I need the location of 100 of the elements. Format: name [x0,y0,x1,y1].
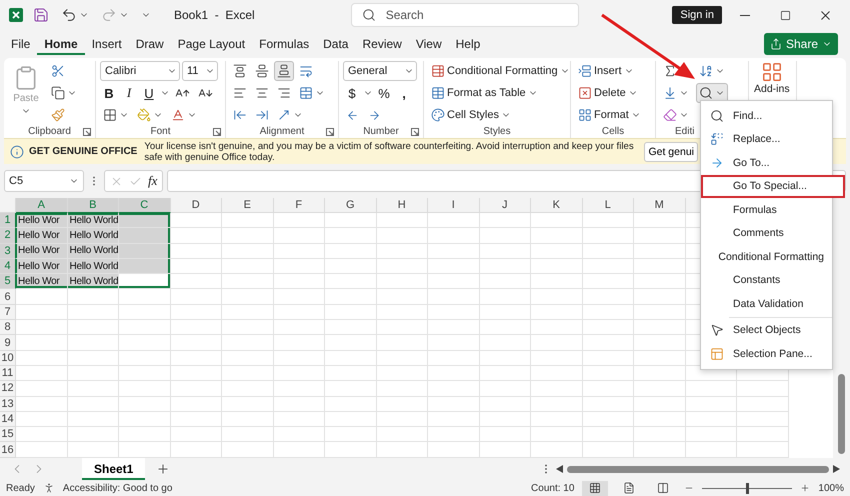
table-cell[interactable] [274,213,325,228]
ribbon-tab[interactable]: Draw [128,33,171,55]
table-cell[interactable] [119,304,170,320]
table-cell[interactable] [222,304,274,320]
table-cell[interactable] [119,350,170,366]
table-cell[interactable] [325,366,376,382]
cells-button[interactable]: Format [575,105,644,125]
scroll-left-icon[interactable] [556,465,563,473]
table-cell[interactable] [376,274,428,290]
table-cell[interactable] [68,304,119,320]
table-cell[interactable] [428,244,480,259]
row-header[interactable]: 9 [0,335,16,351]
table-cell[interactable] [222,244,274,259]
table-cell[interactable] [376,228,428,244]
table-cell[interactable] [582,304,634,320]
table-cell[interactable] [686,427,737,442]
table-cell[interactable] [68,412,119,428]
table-cell[interactable] [428,228,480,244]
table-cell[interactable] [737,442,788,458]
table-cell[interactable] [68,289,119,305]
row-header[interactable]: 15 [0,427,16,442]
column-header[interactable]: K [531,198,582,213]
table-cell[interactable] [480,442,531,458]
table-cell[interactable] [737,381,788,397]
ribbon-tab[interactable]: Insert [84,33,129,55]
font-name-dropdown[interactable]: Calibri [100,61,180,81]
table-cell[interactable] [428,335,480,351]
get-genuine-button[interactable]: Get genui [644,142,698,162]
font-size-dropdown[interactable]: 11 [182,61,218,81]
table-cell[interactable] [16,427,68,442]
table-cell[interactable] [531,396,582,412]
table-cell[interactable] [170,320,222,336]
dialog-launcher-icon[interactable] [213,128,221,136]
table-cell[interactable] [222,381,274,397]
table-cell[interactable] [170,213,222,228]
bold-button[interactable]: B [100,83,118,103]
table-cell[interactable] [634,244,686,259]
percent-button[interactable]: % [375,83,393,103]
row-header[interactable]: 12 [0,381,16,397]
table-cell[interactable] [428,427,480,442]
table-cell[interactable] [480,320,531,336]
comma-style-button[interactable]: , [395,83,413,103]
table-cell[interactable] [325,381,376,397]
table-cell[interactable] [634,258,686,274]
table-cell[interactable] [274,320,325,336]
table-cell[interactable] [222,412,274,428]
menu-item[interactable]: Formulas [701,198,832,222]
table-cell[interactable] [16,289,68,305]
table-cell[interactable] [119,244,170,259]
sheet-tab[interactable]: Sheet1 [82,458,146,480]
column-header[interactable]: M [634,198,686,213]
table-cell[interactable] [274,350,325,366]
table-cell[interactable] [119,213,170,228]
ribbon-tab[interactable]: File [4,33,38,55]
table-cell[interactable] [531,244,582,259]
table-cell[interactable] [376,335,428,351]
table-cell[interactable] [274,335,325,351]
table-cell[interactable] [480,412,531,428]
name-box[interactable]: C5 [4,170,84,192]
table-cell[interactable] [16,381,68,397]
table-cell[interactable] [376,427,428,442]
table-cell[interactable] [16,350,68,366]
ribbon-tab[interactable]: Home [37,33,85,55]
table-cell[interactable] [325,304,376,320]
cells-button[interactable]: Delete [575,83,644,103]
table-cell[interactable] [274,442,325,458]
table-cell[interactable] [170,427,222,442]
table-cell[interactable] [582,335,634,351]
table-cell[interactable] [325,412,376,428]
table-cell[interactable] [222,350,274,366]
table-cell[interactable] [119,366,170,382]
table-cell[interactable] [480,244,531,259]
table-cell[interactable] [686,396,737,412]
currency-button[interactable]: $ [343,83,361,103]
table-cell[interactable] [531,350,582,366]
table-cell[interactable] [634,320,686,336]
table-cell[interactable]: Hello World [68,228,119,244]
menu-item[interactable]: Go To... [701,151,832,174]
table-cell[interactable] [325,244,376,259]
table-cell[interactable] [428,289,480,305]
table-cell[interactable] [582,412,634,428]
table-cell[interactable] [274,244,325,259]
table-cell[interactable] [325,213,376,228]
table-cell[interactable] [634,335,686,351]
table-cell[interactable] [634,427,686,442]
zoom-level[interactable]: 100% [818,482,844,494]
styles-button[interactable]: Conditional Formatting [428,61,573,81]
add-ins-button[interactable]: Add-ins [753,61,791,97]
table-cell[interactable] [170,244,222,259]
table-cell[interactable] [480,427,531,442]
italic-button[interactable]: I [120,83,138,103]
table-cell[interactable] [16,412,68,428]
table-cell[interactable] [376,244,428,259]
table-cell[interactable] [325,350,376,366]
table-cell[interactable] [325,258,376,274]
table-cell[interactable] [531,412,582,428]
table-cell[interactable] [16,335,68,351]
table-cell[interactable] [119,412,170,428]
table-cell[interactable] [222,396,274,412]
share-button[interactable]: Share [764,33,838,55]
